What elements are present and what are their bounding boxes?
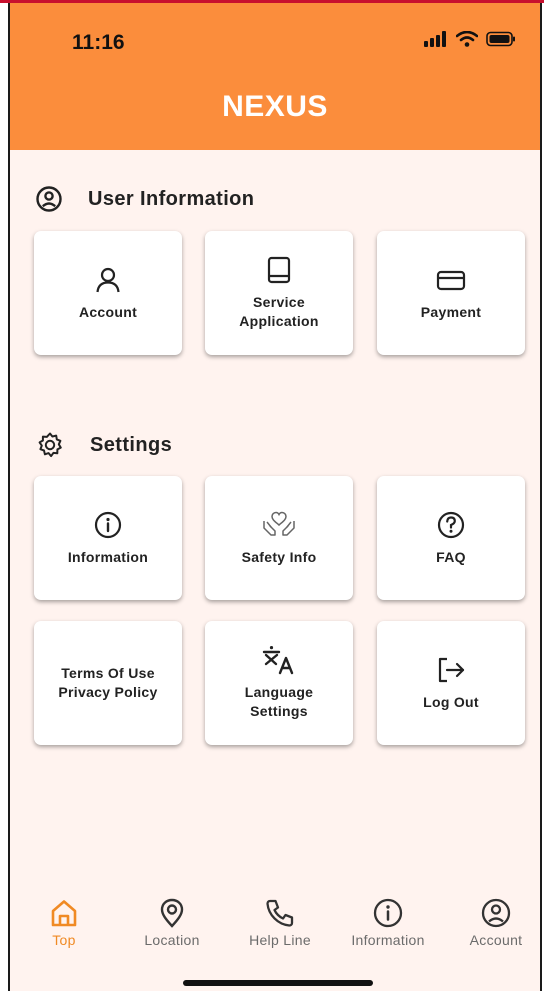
gear-icon: [38, 432, 62, 458]
app-title: NEXUS: [222, 90, 328, 123]
language-settings-card[interactable]: Language Settings: [205, 621, 353, 745]
bottom-tab-bar: Top Location Help Line Information Accou…: [10, 898, 540, 958]
section-title: User Information: [88, 187, 255, 210]
question-icon: [437, 511, 465, 538]
heart-hands-icon: [263, 511, 295, 536]
card-label: Language Settings: [244, 684, 314, 719]
section-settings: Settings: [36, 431, 172, 459]
card-label: Service Application: [239, 294, 319, 329]
card-label: Safety Info: [241, 548, 317, 565]
phone-screen: 11:16 NEXUS User Information Account Ser…: [8, 3, 542, 991]
user-circle-icon: [481, 898, 511, 928]
user-circle-icon: [36, 186, 62, 212]
account-card[interactable]: Account: [34, 231, 182, 355]
section-user-information: User Information: [36, 186, 254, 212]
safety-info-card[interactable]: Safety Info: [205, 476, 353, 600]
wifi-icon: [456, 31, 478, 47]
logout-icon: [438, 657, 465, 682]
service-application-card[interactable]: Service Application: [205, 231, 353, 355]
tab-account[interactable]: Account: [448, 898, 540, 948]
tab-top[interactable]: Top: [16, 898, 112, 948]
tab-label: Account: [469, 932, 523, 948]
card-label: Terms Of Use Privacy Policy: [58, 665, 158, 700]
faq-card[interactable]: FAQ: [377, 476, 525, 600]
tab-label: Top: [52, 932, 76, 948]
payment-card[interactable]: Payment: [377, 231, 525, 355]
information-card[interactable]: Information: [34, 476, 182, 600]
signal-icon: [424, 31, 446, 47]
tab-help-line[interactable]: Help Line: [232, 898, 328, 948]
home-icon: [51, 900, 77, 927]
card-label: Account: [78, 303, 138, 320]
tab-label: Information: [351, 932, 425, 948]
card-icon: [436, 270, 466, 290]
location-pin-icon: [160, 898, 184, 928]
card-label: Payment: [420, 303, 482, 320]
card-label: Log Out: [423, 693, 479, 710]
book-icon: [267, 256, 291, 284]
translate-icon: [262, 646, 294, 675]
terms-privacy-card[interactable]: Terms Of Use Privacy Policy: [34, 621, 182, 745]
tab-label: Help Line: [249, 932, 311, 948]
status-time: 11:16: [72, 31, 125, 54]
card-label: FAQ: [436, 548, 466, 565]
log-out-card[interactable]: Log Out: [377, 621, 525, 745]
info-icon: [373, 898, 403, 928]
status-icons: [424, 31, 516, 47]
home-indicator[interactable]: [183, 980, 373, 986]
tab-location[interactable]: Location: [124, 898, 220, 948]
battery-icon: [486, 31, 515, 47]
tab-information[interactable]: Information: [340, 898, 436, 948]
info-icon: [94, 511, 122, 538]
person-icon: [96, 267, 120, 292]
section-title: Settings: [90, 433, 173, 456]
card-label: Information: [67, 548, 149, 565]
tab-label: Location: [144, 932, 200, 948]
phone-icon: [266, 899, 294, 927]
app-header: 11:16 NEXUS: [10, 3, 540, 150]
